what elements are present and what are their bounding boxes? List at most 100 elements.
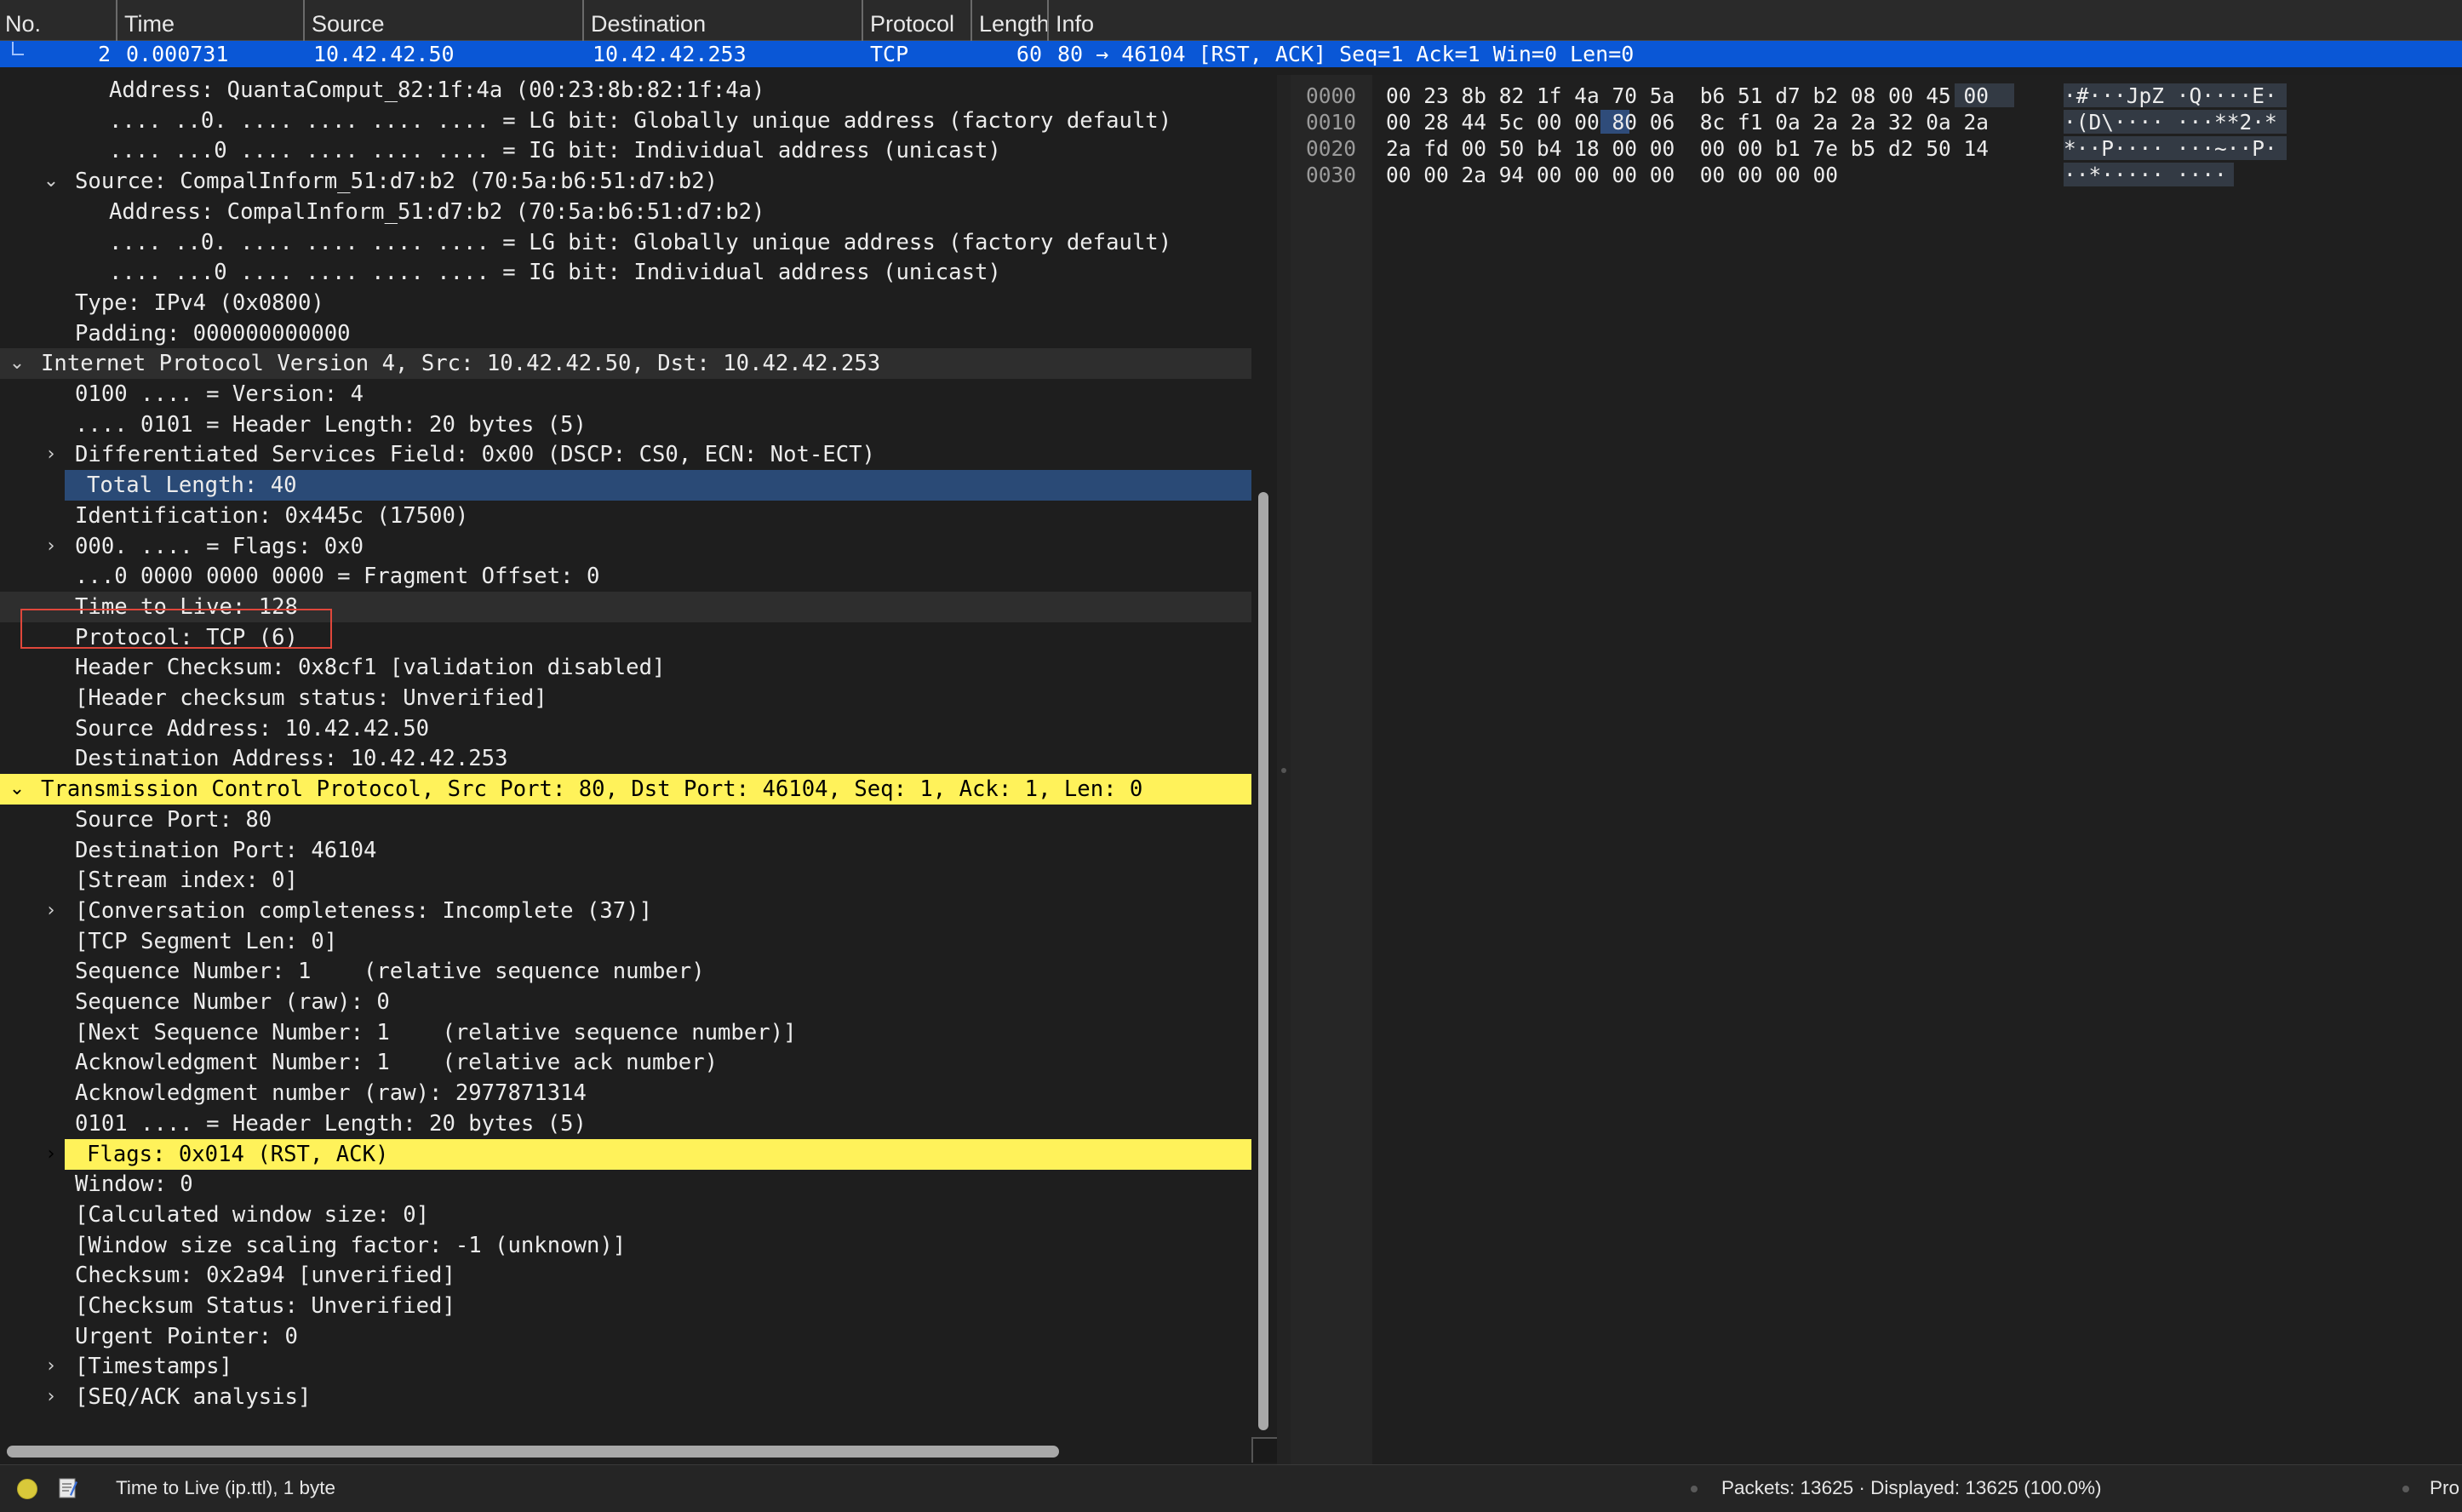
detail-text: [Checksum Status: Unverified] <box>75 1293 455 1319</box>
ascii-bytes-line[interactable]: ··*····· ···· <box>2064 163 2227 188</box>
protocol-tcp[interactable]: ⌄ Transmission Control Protocol, Src Port… <box>0 774 1251 805</box>
splitter-handle-icon[interactable] <box>1281 768 1286 773</box>
field-tcp-seq[interactable]: Sequence Number: 1 (relative sequence nu… <box>0 956 1251 987</box>
field-ip-flags[interactable]: › 000. .... = Flags: 0x0 <box>0 531 1251 562</box>
detail-text: Total Length: 40 <box>87 472 297 499</box>
field-ip-destination-address[interactable]: Destination Address: 10.42.42.253 <box>0 743 1251 774</box>
field-eth-src-ig[interactable]: .... ...0 .... .... .... .... = IG bit: … <box>0 257 1251 288</box>
column-header-protocol[interactable]: Protocol <box>862 0 970 41</box>
detail-text: Acknowledgment number (raw): 2977871314 <box>75 1080 587 1107</box>
column-header-destination[interactable]: Destination <box>582 0 862 41</box>
field-tcp-window[interactable]: Window: 0 <box>0 1169 1251 1200</box>
field-tcp-header-length[interactable]: 0101 .... = Header Length: 20 bytes (5) <box>0 1108 1251 1139</box>
field-ip-identification[interactable]: Identification: 0x445c (17500) <box>0 501 1251 531</box>
field-tcp-stream-index[interactable]: [Stream index: 0] <box>0 865 1251 896</box>
field-tcp-completeness[interactable]: › [Conversation completeness: Incomplete … <box>0 896 1251 926</box>
field-tcp-timestamps[interactable]: › [Timestamps] <box>0 1351 1251 1382</box>
tree-connector-icon <box>12 42 24 55</box>
ascii-bytes-line[interactable]: *··P···· ···~··P· <box>2064 136 2277 162</box>
field-tcp-urgent-pointer[interactable]: Urgent Pointer: 0 <box>0 1321 1251 1352</box>
field-ip-checksum-status[interactable]: [Header checksum status: Unverified] <box>0 683 1251 713</box>
field-ip-version[interactable]: 0100 .... = Version: 4 <box>0 379 1251 410</box>
byte-offset: 0010 <box>1306 110 1357 135</box>
byte-offset: 0030 <box>1306 163 1357 187</box>
field-ip-fragment-offset[interactable]: ...0 0000 0000 0000 = Fragment Offset: 0 <box>0 561 1251 592</box>
detail-text: Window: 0 <box>75 1171 193 1198</box>
hex-bytes-line[interactable]: 00 00 2a 94 00 00 00 00 00 00 00 00 <box>1386 163 1838 188</box>
packet-time: 0.000731 <box>126 42 229 66</box>
field-eth-dst-address[interactable]: Address: QuantaComput_82:1f:4a (00:23:8b… <box>0 75 1251 106</box>
field-tcp-segment-len[interactable]: [TCP Segment Len: 0] <box>0 926 1251 957</box>
capture-comment-icon[interactable] <box>58 1476 78 1500</box>
detail-text: [TCP Segment Len: 0] <box>75 928 338 954</box>
detail-text: .... ..0. .... .... .... .... = LG bit: … <box>109 229 1172 255</box>
field-tcp-destination-port[interactable]: Destination Port: 46104 <box>0 835 1251 866</box>
column-header-no[interactable]: No. <box>5 0 116 41</box>
column-header-time[interactable]: Time <box>116 0 303 41</box>
details-horizontal-scrollbar-thumb[interactable] <box>7 1446 1059 1458</box>
column-header-info[interactable]: Info <box>1047 0 2462 41</box>
field-tcp-source-port[interactable]: Source Port: 80 <box>0 805 1251 835</box>
detail-text: 0101 .... = Header Length: 20 bytes (5) <box>75 1110 587 1137</box>
field-eth-src-lg[interactable]: .... ..0. .... .... .... .... = LG bit: … <box>0 227 1251 258</box>
packet-bytes-pane[interactable] <box>1291 75 2462 1464</box>
detail-text: Sequence Number: 1 (relative sequence nu… <box>75 959 705 985</box>
field-eth-type[interactable]: Type: IPv4 (0x0800) <box>0 288 1251 318</box>
byte-offset: 0020 <box>1306 136 1357 161</box>
expand-arrow-right-icon[interactable]: › <box>41 1139 61 1170</box>
hex-bytes-line[interactable]: 00 23 8b 82 1f 4a 70 5a b6 51 d7 b2 08 0… <box>1386 83 1989 109</box>
hex-bytes-line[interactable]: 00 28 44 5c 00 00 80 06 8c f1 0a 2a 2a 3… <box>1386 110 1989 135</box>
ascii-bytes-line[interactable]: ·(D\···· ···**2·* <box>2064 110 2277 135</box>
expand-arrow-right-icon[interactable]: › <box>41 896 61 926</box>
field-ip-total-length[interactable]: Total Length: 40 <box>65 470 1251 501</box>
expand-arrow-down-icon[interactable]: ⌄ <box>7 348 27 379</box>
field-eth-source[interactable]: ⌄ Source: CompalInform_51:d7:b2 (70:5a:b6… <box>0 166 1251 197</box>
hex-bytes-line[interactable]: 2a fd 00 50 b4 18 00 00 00 00 b1 7e b5 d… <box>1386 136 1989 162</box>
expand-arrow-down-icon[interactable]: ⌄ <box>41 166 61 197</box>
status-profile[interactable]: Pro <box>2430 1464 2459 1512</box>
detail-text: Address: QuantaComput_82:1f:4a (00:23:8b… <box>109 77 765 103</box>
expand-arrow-down-icon[interactable]: ⌄ <box>7 774 27 805</box>
detail-text: [Calculated window size: 0] <box>75 1201 430 1228</box>
field-tcp-flags[interactable]: › Flags: 0x014 (RST, ACK) <box>48 1138 1251 1170</box>
detail-text: [Conversation completeness: Incomplete (… <box>75 897 652 924</box>
detail-text: Transmission Control Protocol, Src Port:… <box>41 776 1143 803</box>
status-separator <box>1691 1486 1698 1492</box>
expert-info-icon[interactable] <box>17 1479 37 1499</box>
detail-text: [Next Sequence Number: 1 (relative seque… <box>75 1019 797 1045</box>
details-vertical-scrollbar-thumb[interactable] <box>1258 492 1268 1430</box>
detail-text: ...0 0000 0000 0000 = Fragment Offset: 0 <box>75 564 600 590</box>
field-eth-padding[interactable]: Padding: 000000000000 <box>0 318 1251 349</box>
detail-text: .... 0101 = Header Length: 20 bytes (5) <box>75 411 587 438</box>
field-ip-checksum[interactable]: Header Checksum: 0x8cf1 [validation disa… <box>0 652 1251 683</box>
annotation-highlight-box <box>20 609 332 649</box>
field-tcp-seq-ack-analysis[interactable]: › [SEQ/ACK analysis] <box>0 1382 1251 1412</box>
column-header-length[interactable]: Length <box>970 0 1047 41</box>
field-eth-src-address[interactable]: Address: CompalInform_51:d7:b2 (70:5a:b6… <box>0 197 1251 227</box>
field-tcp-ack[interactable]: Acknowledgment Number: 1 (relative ack n… <box>0 1047 1251 1078</box>
expand-arrow-right-icon[interactable]: › <box>41 439 61 470</box>
field-ip-header-length[interactable]: .... 0101 = Header Length: 20 bytes (5) <box>0 410 1251 440</box>
field-tcp-seq-raw[interactable]: Sequence Number (raw): 0 <box>0 987 1251 1017</box>
field-eth-dst-lg[interactable]: .... ..0. .... .... .... .... = LG bit: … <box>0 106 1251 136</box>
field-tcp-next-seq[interactable]: [Next Sequence Number: 1 (relative seque… <box>0 1017 1251 1048</box>
packet-list-row-selected[interactable]: 2 0.000731 10.42.42.50 10.42.42.253 TCP … <box>0 41 2462 67</box>
field-eth-dst-ig[interactable]: .... ...0 .... .... .... .... = IG bit: … <box>0 135 1251 166</box>
expand-arrow-right-icon[interactable]: › <box>41 531 61 562</box>
field-tcp-ack-raw[interactable]: Acknowledgment number (raw): 2977871314 <box>0 1078 1251 1108</box>
protocol-ipv4[interactable]: ⌄ Internet Protocol Version 4, Src: 10.42… <box>0 348 1251 380</box>
bytes-offset-gutter <box>1291 75 1372 1464</box>
field-ip-dsfield[interactable]: › Differentiated Services Field: 0x00 (DS… <box>0 439 1251 470</box>
ascii-bytes-line[interactable]: ·#···JpZ ·Q····E· <box>2064 83 2277 109</box>
column-header-source[interactable]: Source <box>303 0 582 41</box>
expand-arrow-right-icon[interactable]: › <box>41 1382 61 1412</box>
status-packet-counts: Packets: 13625 · Displayed: 13625 (100.0… <box>1721 1477 2102 1498</box>
field-tcp-calc-window[interactable]: [Calculated window size: 0] <box>0 1200 1251 1230</box>
packet-details-pane[interactable]: Address: QuantaComput_82:1f:4a (00:23:8b… <box>0 75 1253 1447</box>
field-tcp-checksum[interactable]: Checksum: 0x2a94 [unverified] <box>0 1260 1251 1291</box>
field-tcp-checksum-status[interactable]: [Checksum Status: Unverified] <box>0 1291 1251 1321</box>
field-tcp-window-scaling[interactable]: [Window size scaling factor: -1 (unknown… <box>0 1230 1251 1261</box>
field-ip-source-address[interactable]: Source Address: 10.42.42.50 <box>0 713 1251 744</box>
detail-text: [Stream index: 0] <box>75 868 298 894</box>
expand-arrow-right-icon[interactable]: › <box>41 1351 61 1382</box>
